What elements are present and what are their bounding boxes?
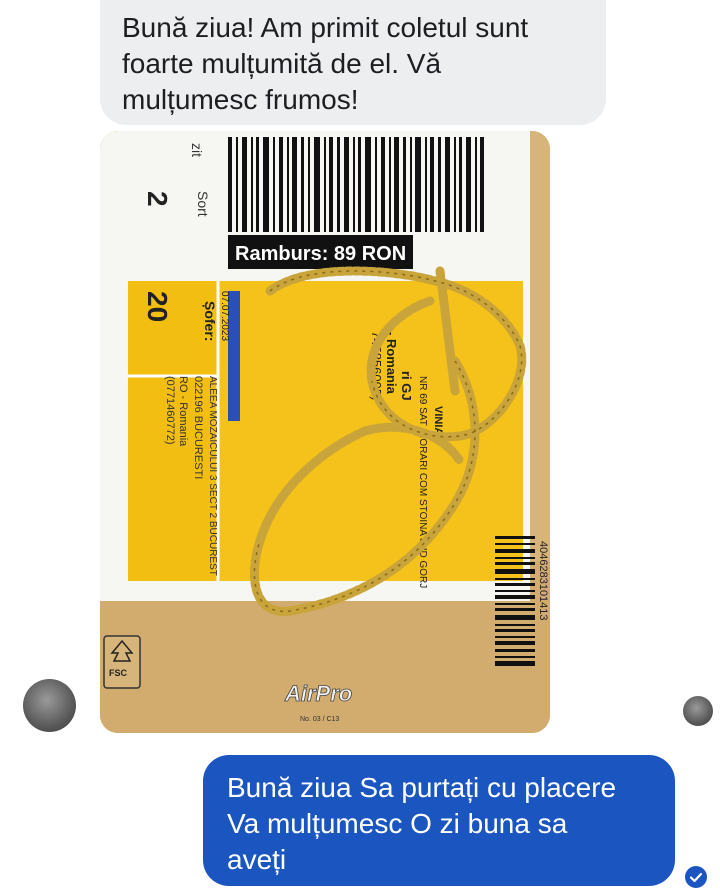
contact-avatar[interactable] [23,679,76,732]
label-country: RO - Romania [177,376,189,447]
fsc-logo-text: FSC [109,668,128,678]
label-addr: NR 69 SAT CIORARI COM STOINA JUD GORJ [417,376,428,588]
read-receipt-avatar [683,696,713,726]
incoming-message-bubble[interactable]: Bună ziua! Am primit coletul sunt foarte… [100,0,606,125]
label-zone: 20 [142,291,173,322]
message-line: mulțumesc frumos! [122,84,359,115]
label-postcode: 022196 BUCURESTI [192,376,204,479]
outgoing-message-bubble[interactable]: Bună ziua Sa purtați cu placere Va mulțu… [203,755,675,886]
message-line: foarte mulțumită de el. Vă [122,48,442,79]
message-line: aveți [227,844,287,875]
label-sort: Sort [195,191,211,217]
brand-subtext: No. 03 / C13 [300,716,339,723]
label-street: ALEEA MOZAICULUI 3 SECT 2 BUCUREST [207,376,218,576]
message-line: Bună ziua Sa purtați cu placere [227,772,617,803]
label-phone: (0771460772) [164,376,176,445]
label-county: ri GJ [399,371,414,401]
ramburs-label: Ramburs: 89 RON [235,243,406,265]
label-sofer: Șofer: [202,301,218,341]
photo-parcel-chain: Ramburs: 89 RON zit Sort 2 20 Șofer: 07.… [100,131,550,733]
label-date: 07.07.2023 [219,291,230,341]
barcode-number: 4046283101413 [537,541,549,621]
label-zit: zit [189,143,205,157]
label-vinia: VINIA [432,406,444,435]
message-line: Bună ziua! Am primit coletul sunt [122,12,529,43]
message-line: Va mulțumesc O zi buna sa [227,808,568,839]
label-ro: - Romania [384,331,399,395]
brand-logo-text: AirPro [284,681,352,706]
label-sort-value: 2 [142,191,173,207]
shared-photo[interactable]: Ramburs: 89 RON zit Sort 2 20 Șofer: 07.… [100,131,550,733]
sent-check-icon [685,866,707,888]
